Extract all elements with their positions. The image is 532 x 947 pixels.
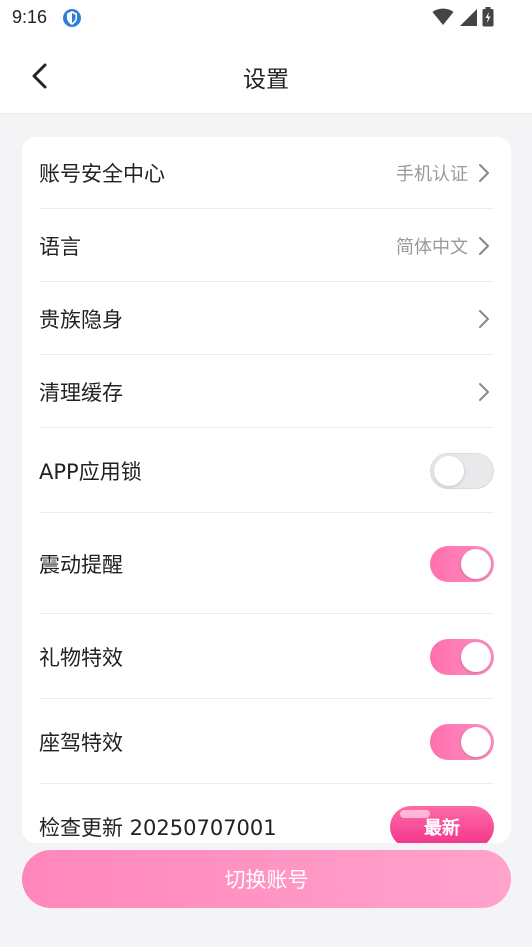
toggle-knob xyxy=(461,641,491,672)
signal-icon xyxy=(460,9,477,26)
system-icons xyxy=(432,7,494,27)
chevron-right-icon xyxy=(474,163,494,183)
row-language[interactable]: 语言 简体中文 xyxy=(39,210,494,282)
mount-effects-toggle[interactable] xyxy=(430,723,494,760)
status-time: 9:16 xyxy=(12,7,48,27)
latest-version-badge: 最新 xyxy=(390,806,494,843)
top-app-bar: 设置 xyxy=(0,36,532,114)
row-check-update[interactable]: 检查更新 20250707001 最新 xyxy=(39,785,494,843)
row-label: 清理缓存 xyxy=(39,380,123,405)
row-mount-effects: 座驾特效 xyxy=(39,700,494,784)
shield-icon xyxy=(63,9,81,27)
chevron-right-icon xyxy=(474,309,494,329)
row-label: 礼物特效 xyxy=(39,645,123,670)
chevron-right-icon xyxy=(474,236,494,256)
switch-account-button[interactable]: 切换账号 xyxy=(22,850,511,908)
row-label: 贵族隐身 xyxy=(39,307,123,332)
row-label: 震动提醒 xyxy=(39,552,123,577)
toggle-knob xyxy=(461,726,491,757)
row-value: 手机认证 xyxy=(396,163,468,185)
row-noble-stealth[interactable]: 贵族隐身 xyxy=(39,283,494,355)
row-label: 座驾特效 xyxy=(39,730,123,755)
battery-icon xyxy=(482,7,494,27)
toggle-knob xyxy=(461,548,491,579)
row-label: 账号安全中心 xyxy=(39,161,165,186)
row-value: 简体中文 xyxy=(396,236,468,258)
row-gift-effects: 礼物特效 xyxy=(39,615,494,699)
settings-card: 账号安全中心 手机认证 语言 简体中文 贵族隐身 清理缓存 APP应用锁 震动提… xyxy=(22,137,511,843)
row-account-security[interactable]: 账号安全中心 手机认证 xyxy=(39,137,494,209)
row-vibration: 震动提醒 xyxy=(39,514,494,614)
row-label: 检查更新 20250707001 xyxy=(39,816,277,840)
wifi-icon xyxy=(432,8,454,25)
chevron-right-icon xyxy=(474,382,494,402)
gift-effects-toggle[interactable] xyxy=(430,638,494,675)
vibration-toggle[interactable] xyxy=(430,545,494,582)
page-title: 设置 xyxy=(243,67,289,93)
row-label: 语言 xyxy=(39,234,81,259)
row-app-lock: APP应用锁 xyxy=(39,429,494,513)
status-bar: 9:16 xyxy=(0,0,532,36)
toggle-knob xyxy=(434,455,464,486)
row-label: APP应用锁 xyxy=(39,459,142,484)
app-lock-toggle[interactable] xyxy=(430,452,494,489)
row-clear-cache[interactable]: 清理缓存 xyxy=(39,356,494,428)
